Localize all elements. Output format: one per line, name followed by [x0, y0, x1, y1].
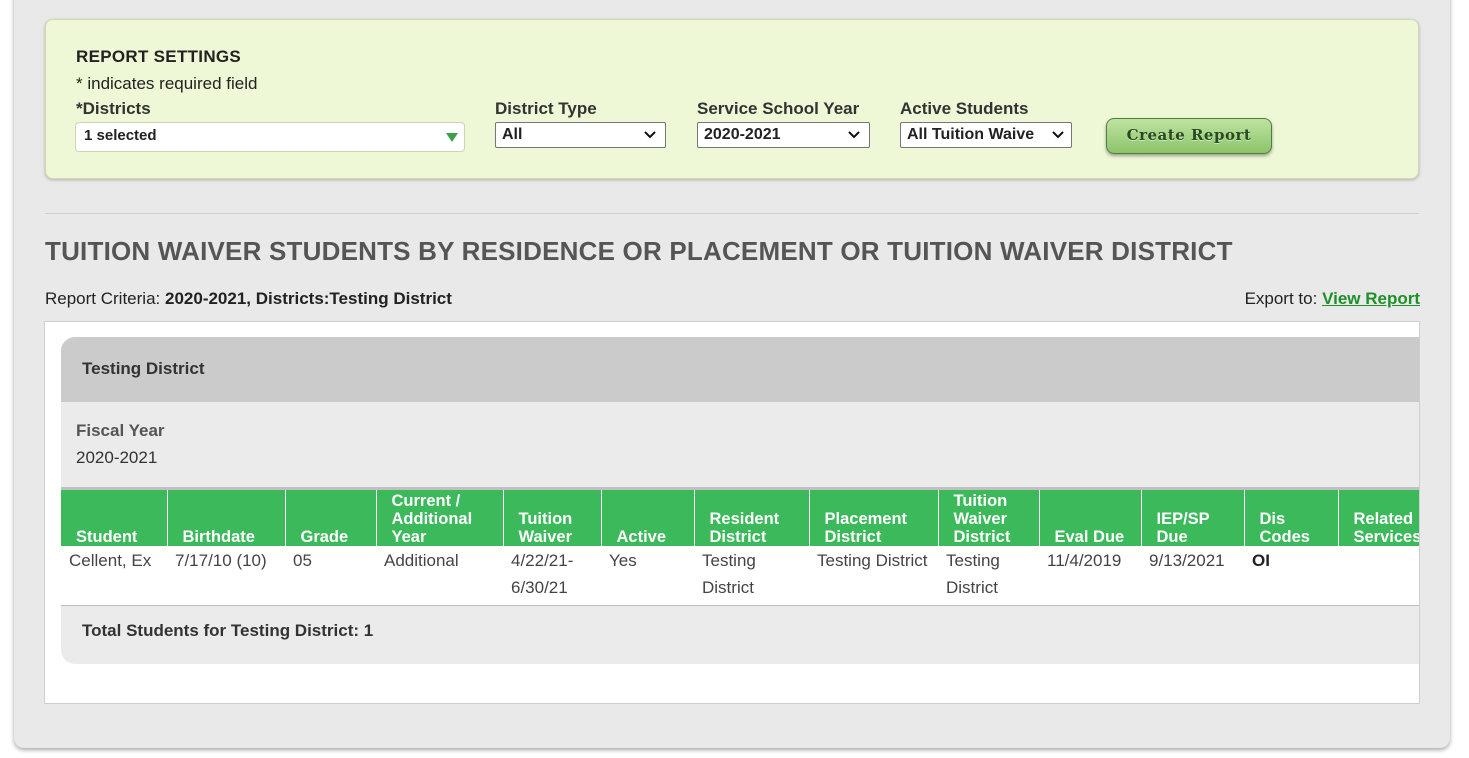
- column-header: Resident District: [693, 487, 809, 546]
- cell-resident-district: Testing District: [694, 546, 809, 606]
- divider: [45, 213, 1419, 214]
- cell-related-services: [1338, 546, 1419, 606]
- district-type-value: All: [502, 126, 523, 143]
- report-body: Testing District Fiscal Year 2020-2021 S…: [44, 321, 1420, 704]
- chevron-down-icon: [644, 131, 656, 139]
- column-header: Birthdate: [166, 487, 285, 546]
- fiscal-year-label: Fiscal Year: [76, 421, 165, 440]
- service-school-year-label: Service School Year: [697, 99, 860, 118]
- export-label: Export to:: [1244, 289, 1318, 308]
- cell-active: Yes: [601, 546, 694, 606]
- report-title: TUITION WAIVER STUDENTS BY RESIDENCE OR …: [45, 236, 1233, 266]
- district-type-label: District Type: [495, 99, 597, 118]
- cell-eval-due: 11/4/2019: [1039, 546, 1141, 606]
- group-header: Testing District: [61, 337, 1419, 402]
- table-header-row: Student Birthdate Grade Current / Additi…: [61, 487, 1419, 546]
- required-note: * indicates required field: [76, 74, 258, 93]
- column-header: IEP/SP Due: [1140, 487, 1244, 546]
- chevron-down-icon: [1052, 131, 1064, 139]
- students-table: Student Birthdate Grade Current / Additi…: [61, 487, 1419, 606]
- district-group: Testing District Fiscal Year 2020-2021 S…: [61, 337, 1419, 664]
- district-type-select[interactable]: All: [495, 122, 666, 148]
- column-header: Tuition Waiver: [502, 487, 601, 546]
- dropdown-triangle-icon: [446, 133, 458, 142]
- column-header: Eval Due: [1038, 487, 1141, 546]
- cell-current-additional-year: Additional: [376, 546, 503, 606]
- districts-value: 1 selected: [84, 127, 157, 144]
- fiscal-year-value: 2020-2021: [76, 448, 158, 467]
- active-students-label: Active Students: [900, 99, 1029, 118]
- active-students-value: All Tuition Waive: [907, 126, 1035, 143]
- report-criteria: Report Criteria: 2020-2021, Districts:Te…: [45, 289, 452, 309]
- export-section: Export to: View Report: [1245, 289, 1420, 309]
- column-header: Dis Codes: [1243, 487, 1338, 546]
- view-report-link[interactable]: View Report: [1322, 289, 1420, 308]
- column-header: Current / Additional Year: [375, 487, 503, 546]
- required-mark: *: [76, 99, 83, 118]
- criteria-label: Report Criteria:: [45, 289, 161, 308]
- cell-grade: 05: [285, 546, 376, 606]
- service-school-year-value: 2020-2021: [704, 126, 781, 143]
- districts-label: *Districts: [76, 99, 151, 119]
- column-header: Related Services: [1337, 487, 1419, 546]
- districts-label-text: Districts: [82, 99, 151, 118]
- total-students: Total Students for Testing District: 1: [82, 621, 374, 640]
- column-header: Grade: [284, 487, 376, 546]
- cell-placement-district: Testing District: [809, 546, 938, 606]
- settings-title: REPORT SETTINGS: [76, 47, 242, 66]
- criteria-value: 2020-2021, Districts:Testing District: [165, 289, 452, 308]
- column-header: Student: [61, 487, 167, 546]
- cell-iep-sp-due: 9/13/2021: [1141, 546, 1244, 606]
- cell-tuition-waiver-district: Testing District: [938, 546, 1039, 606]
- chevron-down-icon: [848, 131, 860, 139]
- cell-tuition-waiver: 4/22/21-6/30/21: [503, 546, 601, 606]
- column-header: Placement District: [808, 487, 938, 546]
- districts-multiselect[interactable]: 1 selected: [75, 122, 465, 152]
- cell-student: Cellent, Ex: [61, 546, 167, 606]
- table-row: Cellent, Ex 7/17/10 (10) 05 Additional 4…: [61, 546, 1419, 606]
- service-school-year-select[interactable]: 2020-2021: [697, 122, 870, 148]
- cell-birthdate: 7/17/10 (10): [167, 546, 285, 606]
- report-settings-panel: REPORT SETTINGS * indicates required fie…: [45, 19, 1419, 179]
- cell-dis-codes: OI: [1244, 546, 1338, 606]
- column-header: Tuition Waiver District: [937, 487, 1039, 546]
- column-header: Active: [600, 487, 694, 546]
- create-report-button[interactable]: Create Report: [1106, 118, 1272, 154]
- active-students-select[interactable]: All Tuition Waive: [900, 122, 1072, 148]
